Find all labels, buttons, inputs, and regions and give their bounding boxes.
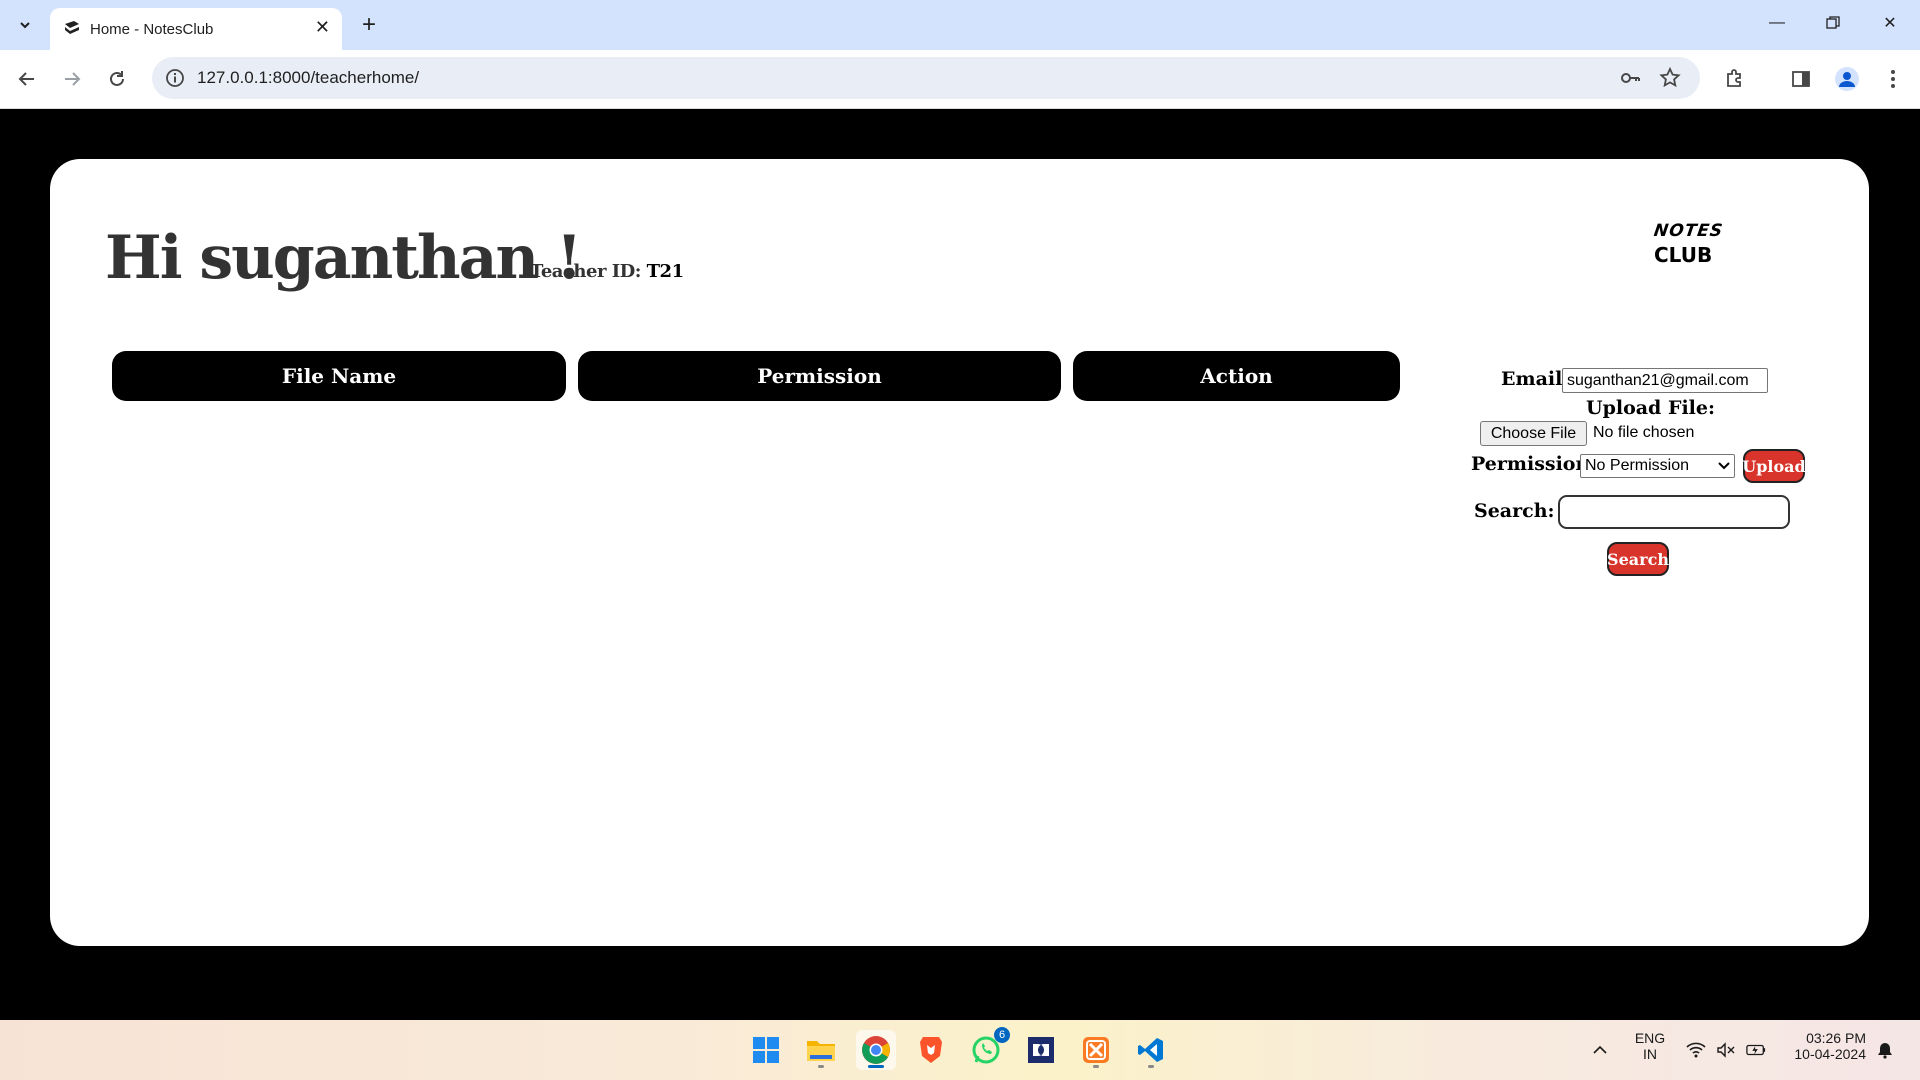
tab-strip: Home - NotesClub ✕ + — ✕ bbox=[0, 0, 1920, 50]
search-label: Search: bbox=[1474, 500, 1555, 522]
main-card: Hi suganthan ! Teacher ID: T21 NOTES CLU… bbox=[50, 159, 1869, 946]
brave-icon[interactable] bbox=[911, 1030, 951, 1070]
tab-close-icon[interactable]: ✕ bbox=[315, 17, 330, 38]
search-input[interactable] bbox=[1558, 495, 1790, 529]
teacher-id-value: T21 bbox=[646, 261, 684, 282]
chevron-down-icon bbox=[20, 22, 30, 29]
extensions-icon[interactable] bbox=[1718, 62, 1752, 96]
battery-charging-icon[interactable] bbox=[1746, 1040, 1766, 1060]
dolby-access-icon[interactable] bbox=[1021, 1030, 1061, 1070]
whatsapp-badge: 6 bbox=[994, 1027, 1010, 1043]
window-close-icon[interactable]: ✕ bbox=[1870, 8, 1910, 38]
notifications-bell-icon[interactable] bbox=[1875, 1040, 1895, 1060]
new-tab-button[interactable]: + bbox=[354, 10, 384, 40]
whatsapp-icon[interactable]: 6 bbox=[966, 1027, 1010, 1070]
forward-icon[interactable] bbox=[55, 62, 89, 96]
clock-date: 10-04-2024 bbox=[1794, 1046, 1866, 1062]
address-bar[interactable]: 127.0.0.1:8000/teacherhome/ bbox=[152, 57, 1700, 99]
language-code: ENG bbox=[1634, 1030, 1666, 1046]
search-button[interactable]: Search bbox=[1607, 542, 1669, 576]
wifi-icon[interactable] bbox=[1686, 1040, 1706, 1060]
profile-avatar-icon[interactable] bbox=[1830, 62, 1864, 96]
notes-club-logo: NOTES CLUB bbox=[1652, 221, 1725, 267]
restore-icon[interactable] bbox=[1813, 8, 1853, 38]
minimize-icon[interactable]: — bbox=[1757, 8, 1797, 38]
tab-title: Home - NotesClub bbox=[90, 21, 214, 38]
logo-bottom-text: CLUB bbox=[1654, 243, 1713, 267]
windows-taskbar: 6 ENG IN 03:26 PM 10-04-2024 bbox=[0, 1020, 1920, 1080]
header-file-name: File Name bbox=[112, 351, 566, 401]
notes-favicon-icon bbox=[65, 21, 79, 34]
back-icon[interactable] bbox=[10, 62, 44, 96]
reload-icon[interactable] bbox=[100, 62, 134, 96]
vscode-icon[interactable] bbox=[1131, 1030, 1171, 1070]
password-key-icon[interactable] bbox=[1618, 66, 1642, 90]
chrome-icon[interactable] bbox=[856, 1030, 896, 1070]
permission-select[interactable]: No Permission bbox=[1580, 454, 1735, 478]
choose-file-button[interactable]: Choose File bbox=[1480, 421, 1587, 446]
browser-toolbar: 127.0.0.1:8000/teacherhome/ bbox=[0, 50, 1920, 109]
file-status-text: No file chosen bbox=[1593, 424, 1695, 441]
url-text: 127.0.0.1:8000/teacherhome/ bbox=[197, 68, 420, 87]
site-info-icon[interactable] bbox=[164, 67, 186, 89]
logo-top-text: NOTES bbox=[1652, 221, 1725, 241]
browser-menu-icon[interactable] bbox=[1876, 62, 1910, 96]
email-label: Email: bbox=[1501, 368, 1570, 390]
clock[interactable]: 03:26 PM 10-04-2024 bbox=[1778, 1030, 1866, 1062]
file-explorer-icon[interactable] bbox=[801, 1030, 841, 1070]
side-panel-icon[interactable] bbox=[1784, 62, 1818, 96]
header-action: Action bbox=[1073, 351, 1400, 401]
clock-time: 03:26 PM bbox=[1806, 1030, 1866, 1046]
teacher-id-label: Teacher ID: bbox=[530, 261, 641, 282]
xampp-icon[interactable] bbox=[1076, 1030, 1116, 1070]
bookmark-star-icon[interactable] bbox=[1658, 66, 1682, 90]
upload-file-label: Upload File: bbox=[1586, 397, 1715, 419]
teacher-id: Teacher ID: T21 bbox=[530, 261, 684, 282]
chevron-down-icon bbox=[1718, 462, 1730, 470]
permission-label: Permission: bbox=[1471, 453, 1597, 475]
permission-selected-value: No Permission bbox=[1585, 457, 1690, 474]
volume-muted-icon[interactable] bbox=[1716, 1040, 1736, 1060]
header-permission: Permission bbox=[578, 351, 1061, 401]
active-tab[interactable]: Home - NotesClub ✕ bbox=[50, 8, 342, 50]
upload-button[interactable]: Upload bbox=[1742, 449, 1806, 483]
language-indicator[interactable]: ENG IN bbox=[1628, 1030, 1672, 1062]
page-viewport: Hi suganthan ! Teacher ID: T21 NOTES CLU… bbox=[0, 109, 1920, 1020]
tray-chevron-up-icon[interactable] bbox=[1590, 1040, 1610, 1060]
greeting-heading: Hi suganthan ! bbox=[105, 223, 582, 293]
email-field[interactable] bbox=[1562, 368, 1768, 393]
start-icon[interactable] bbox=[746, 1030, 786, 1070]
region-code: IN bbox=[1643, 1046, 1657, 1062]
tab-search-button[interactable] bbox=[10, 10, 40, 40]
